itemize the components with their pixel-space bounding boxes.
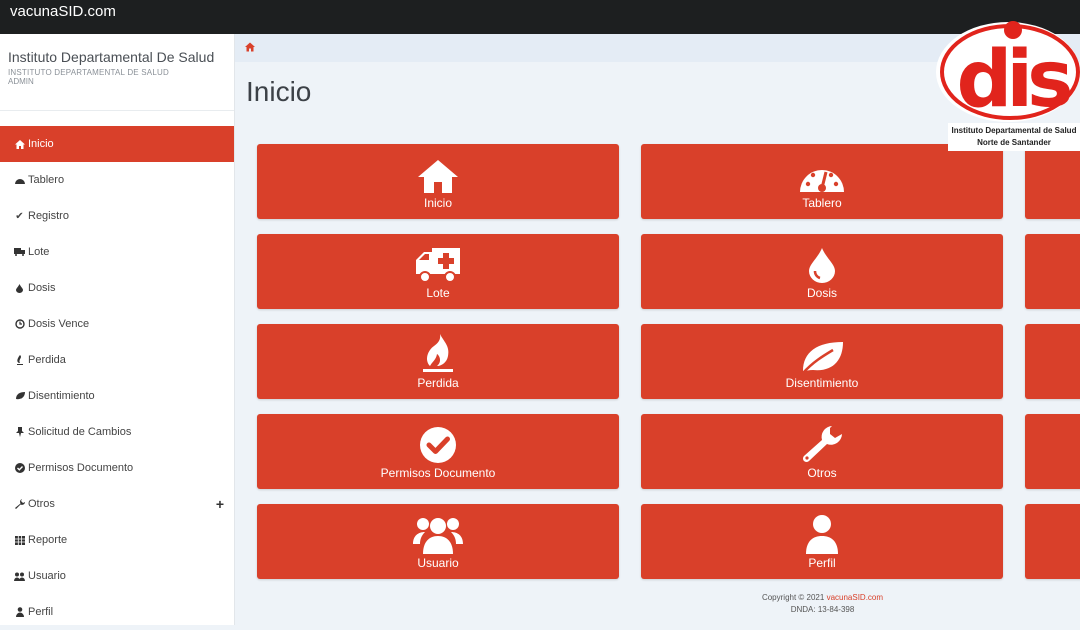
sidebar-item-label: Reporte: [28, 534, 68, 546]
tile-label: Permisos Documento: [380, 466, 496, 480]
logo-line-1: Instituto Departamental de Salud: [951, 126, 1077, 135]
users-icon: [12, 572, 27, 581]
sidebar-item-disentimiento[interactable]: Disentimiento: [0, 378, 234, 414]
tile-partial[interactable]: [1025, 324, 1080, 399]
tile-label: Otros: [807, 466, 837, 480]
clock-icon: [12, 319, 27, 329]
sidebar: Instituto Departamental De Salud INSTITU…: [0, 34, 235, 625]
window-titlebar: vacunaSID.com: [0, 0, 1080, 34]
sidebar-item-label: Usuario: [28, 570, 66, 582]
tile-label: Dosis: [806, 286, 837, 300]
sidebar-item-label: Inicio: [28, 138, 54, 150]
sidebar-item-label: Disentimiento: [28, 390, 95, 402]
sidebar-item-label: Permisos Documento: [28, 462, 134, 474]
check-circle-icon: [12, 463, 27, 473]
sidebar-item-label: Tablero: [28, 174, 65, 186]
page-title: Inicio: [246, 76, 312, 107]
copyright-text: Copyright © 2021: [761, 593, 825, 602]
home-icon[interactable]: [245, 42, 255, 52]
check-icon: ✔: [15, 210, 24, 222]
tile-partial[interactable]: [1025, 144, 1080, 219]
sidebar-item-label: Solicitud de Cambios: [28, 426, 132, 438]
users-icon: [413, 514, 463, 554]
pin-icon: [12, 427, 27, 437]
tile-partial[interactable]: [1025, 234, 1080, 309]
sidebar-item-tablero[interactable]: Tablero: [0, 162, 234, 198]
tile-label: Perdida: [417, 376, 459, 390]
tile-perfil[interactable]: Perfil: [641, 504, 1003, 579]
sidebar-item-label: Perdida: [28, 354, 66, 366]
tile-label: Usuario: [417, 556, 459, 570]
sidebar-item-label: Perfil: [28, 606, 54, 618]
tile-label: Perfil: [808, 556, 836, 570]
sidebar-item-perdida[interactable]: Perdida: [0, 342, 234, 378]
logo-letters: dis: [957, 35, 1071, 125]
sidebar-item-lote[interactable]: Lote: [0, 234, 234, 270]
tile-disentimiento[interactable]: Disentimiento: [641, 324, 1003, 399]
tile-tablero[interactable]: Tablero: [641, 144, 1003, 219]
tile-lote[interactable]: Lote: [257, 234, 619, 309]
tile-partial[interactable]: [1025, 504, 1080, 579]
user-icon: [12, 607, 27, 617]
sidebar-item-label: Dosis: [28, 282, 56, 294]
fire-icon: [420, 334, 456, 374]
sidebar-item-dosis-vence[interactable]: Dosis Vence: [0, 306, 234, 342]
tile-usuario[interactable]: Usuario: [257, 504, 619, 579]
truck-icon: [12, 248, 27, 256]
dashboard-icon: [799, 154, 845, 194]
sidebar-item-registro[interactable]: ✔ Registro: [0, 198, 234, 234]
tile-label: Inicio: [423, 196, 452, 210]
ambulance-icon: [414, 244, 462, 284]
wrench-icon: [800, 424, 844, 464]
sidebar-item-reporte[interactable]: Reporte: [0, 522, 234, 558]
sidebar-item-dosis[interactable]: Dosis: [0, 270, 234, 306]
window-title: vacunaSID.com: [10, 3, 116, 20]
brand-subtitle: INSTITUTO DEPARTAMENTAL DE SALUD: [8, 68, 169, 77]
wrench-icon: [12, 499, 27, 509]
tile-label: Tablero: [802, 196, 842, 210]
home-icon: [417, 154, 459, 194]
tile-otros[interactable]: Otros: [641, 414, 1003, 489]
drop-icon: [808, 244, 836, 284]
dashboard-icon: [12, 176, 27, 184]
tile-label: Lote: [426, 286, 450, 300]
sidebar-item-label: Dosis Vence: [28, 318, 90, 330]
tile-dosis[interactable]: Dosis: [641, 234, 1003, 309]
tile-permisos-documento[interactable]: Permisos Documento: [257, 414, 619, 489]
sidebar-item-label: Lote: [28, 246, 50, 258]
brand-block: Instituto Departamental De Salud INSTITU…: [0, 34, 234, 111]
fire-icon: [12, 355, 27, 365]
tile-label: Disentimiento: [785, 376, 859, 390]
sidebar-item-usuario[interactable]: Usuario: [0, 558, 234, 594]
logo-line-2: Norte de Santander: [977, 138, 1051, 147]
dnda-text: DNDA: 13-84-398: [790, 605, 855, 614]
user-icon: [805, 514, 839, 554]
sidebar-item-inicio[interactable]: Inicio: [0, 126, 234, 162]
home-icon: [12, 139, 27, 149]
leaf-icon: [799, 334, 845, 374]
logo-caption: Instituto Departamental de Salud Norte d…: [948, 123, 1080, 151]
sidebar-item-solicitud-de-cambios[interactable]: Solicitud de Cambios: [0, 414, 234, 450]
sidebar-item-label: Registro: [28, 210, 69, 222]
expand-icon[interactable]: +: [216, 496, 224, 512]
user-role: ADMIN: [8, 77, 34, 86]
tile-partial[interactable]: [1025, 414, 1080, 489]
sidebar-menu: Inicio Tablero ✔ Registro Lote Dosis Dos…: [0, 126, 234, 630]
check-circle-icon: [418, 424, 458, 464]
sidebar-item-otros[interactable]: Otros +: [0, 486, 234, 522]
tile-inicio[interactable]: Inicio: [257, 144, 619, 219]
table-icon: [12, 535, 27, 545]
leaf-icon: [12, 392, 27, 400]
footer: Copyright © 2021 vacunaSID.com DNDA: 13-…: [700, 592, 945, 616]
sidebar-item-permisos-documento[interactable]: Permisos Documento: [0, 450, 234, 486]
drop-icon: [12, 283, 27, 293]
footer-link[interactable]: vacunaSID.com: [827, 593, 883, 602]
sidebar-item-label: Otros: [28, 498, 55, 510]
tile-perdida[interactable]: Perdida: [257, 324, 619, 399]
brand-title: Instituto Departamental De Salud: [8, 49, 215, 65]
